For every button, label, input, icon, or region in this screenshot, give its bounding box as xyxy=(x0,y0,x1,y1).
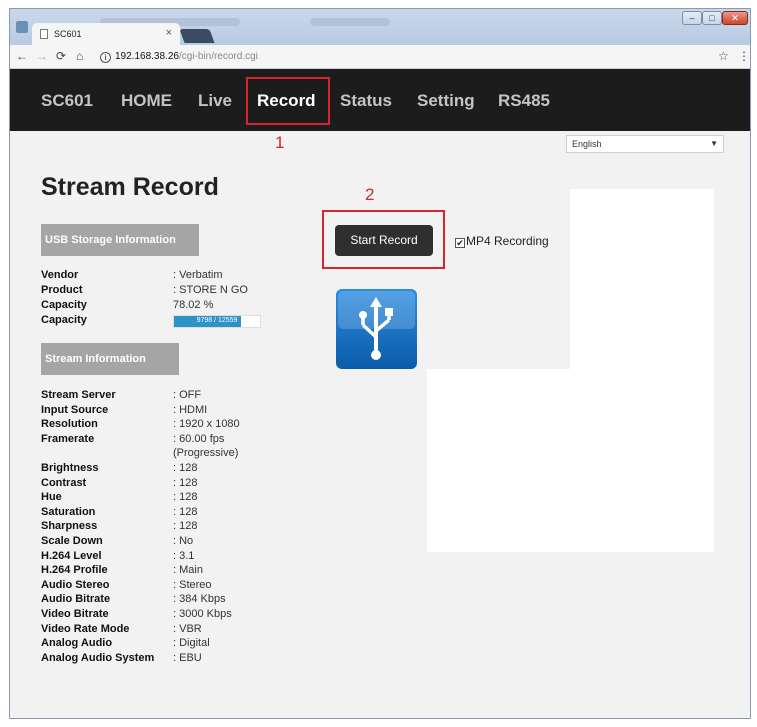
info-value: : 3.1 xyxy=(173,549,195,562)
info-value: : STORE N GO xyxy=(173,284,248,296)
info-value: 78.02 % xyxy=(173,299,214,311)
mp4-recording-option[interactable]: ✔ MP4 Recording xyxy=(455,234,549,248)
info-value: : Stereo xyxy=(173,578,212,591)
progress-text: 9798 / 12559 xyxy=(196,317,238,324)
top-navbar: SC601 HOME Live Record Status Setting RS… xyxy=(10,69,750,131)
info-value: : VBR xyxy=(173,622,202,635)
menu-kebab-icon[interactable]: ⋮ xyxy=(738,49,750,63)
bookmark-star-icon[interactable]: ☆ xyxy=(718,49,729,63)
info-value: : Verbatim xyxy=(173,269,223,281)
page-icon xyxy=(40,29,48,39)
nav-live[interactable]: Live xyxy=(198,91,232,111)
info-label: Capacity xyxy=(41,314,87,326)
maximize-button[interactable]: □ xyxy=(702,11,722,25)
info-value: : 384 Kbps xyxy=(173,593,226,606)
info-label: Vendor xyxy=(41,269,79,281)
url-host: 192.168.38.26 xyxy=(115,51,179,62)
info-label: Saturation xyxy=(41,505,96,518)
info-label: Video Rate Mode xyxy=(41,622,130,635)
annotation-number-2: 2 xyxy=(365,185,375,204)
minimize-button[interactable]: – xyxy=(682,11,702,25)
info-value: : 128 xyxy=(173,520,198,533)
info-label: Framerate xyxy=(41,432,95,445)
back-icon[interactable]: ← xyxy=(16,49,28,63)
info-label: H.264 Level xyxy=(41,549,102,562)
info-label: Sharpness xyxy=(41,520,98,533)
info-label: Video Bitrate xyxy=(41,608,109,620)
info-label: Contrast xyxy=(41,476,87,489)
nav-status[interactable]: Status xyxy=(340,91,392,111)
info-label: H.264 Profile xyxy=(41,564,108,577)
info-label: Product xyxy=(41,284,83,296)
info-label: Audio Stereo xyxy=(41,578,110,591)
usb-icon xyxy=(336,289,417,369)
home-icon[interactable]: ⌂ xyxy=(76,49,83,63)
info-label: Stream Server xyxy=(41,389,116,401)
site-info-icon[interactable]: i xyxy=(100,52,111,63)
tab-close-icon[interactable]: × xyxy=(166,27,172,39)
info-value: : 128 xyxy=(173,505,198,518)
language-selected: English xyxy=(572,139,602,149)
info-label: Scale Down xyxy=(41,535,103,547)
new-tab-button[interactable] xyxy=(179,29,215,43)
info-label: Analog Audio xyxy=(41,637,113,650)
url-path: /cgi-bin/record.cgi xyxy=(178,51,258,62)
info-value: : 3000 Kbps xyxy=(173,608,232,620)
preview-panel xyxy=(427,369,714,552)
tab-title: SC601 xyxy=(54,29,82,39)
info-value: : 128 xyxy=(173,476,198,489)
chevron-down-icon: ▼ xyxy=(710,139,718,148)
browser-window: SC601 × – □ ✕ ← → ⟳ ⌂ i 192.168.38.26/cgi… xyxy=(9,8,751,719)
close-window-button[interactable]: ✕ xyxy=(722,11,748,25)
browser-app-icon xyxy=(16,21,28,33)
nav-setting[interactable]: Setting xyxy=(417,91,475,111)
info-value: : Digital xyxy=(173,637,210,650)
reload-icon[interactable]: ⟳ xyxy=(56,49,66,63)
info-label: Hue xyxy=(41,491,62,504)
forward-icon[interactable]: → xyxy=(36,49,48,63)
url-field[interactable]: i 192.168.38.26/cgi-bin/record.cgi xyxy=(100,48,710,66)
info-value: : 128 xyxy=(173,491,198,504)
info-label: Input Source xyxy=(41,403,109,416)
info-value: : No xyxy=(173,535,194,547)
info-value: : 128 xyxy=(173,462,198,474)
page-title: Stream Record xyxy=(41,173,219,201)
info-value: : EBU xyxy=(173,651,202,664)
info-label: Analog Audio System xyxy=(41,651,155,664)
nav-rs485[interactable]: RS485 xyxy=(498,91,550,111)
start-record-button[interactable]: Start Record xyxy=(335,225,433,256)
info-value: : 1920 x 1080 xyxy=(173,418,240,431)
nav-home[interactable]: HOME xyxy=(121,91,172,111)
info-label: Audio Bitrate xyxy=(41,593,111,606)
nav-brand[interactable]: SC601 xyxy=(41,91,93,111)
annotation-number-1: 1 xyxy=(275,133,285,152)
capacity-progress-bar: 9798 / 12559 xyxy=(173,315,261,328)
info-value: : HDMI xyxy=(173,403,208,416)
info-label: Brightness xyxy=(41,462,99,474)
preview-panel xyxy=(570,189,714,369)
stream-info-heading: Stream Information xyxy=(41,343,179,375)
info-value: : 60.00 fps xyxy=(173,432,225,445)
blurred-title-text xyxy=(310,18,390,26)
info-value: (Progressive) xyxy=(173,447,239,460)
title-bar: SC601 × – □ ✕ xyxy=(10,9,750,45)
language-select[interactable]: English ▼ xyxy=(566,135,724,153)
mp4-checkbox[interactable]: ✔ xyxy=(455,238,465,248)
mp4-recording-label: MP4 Recording xyxy=(466,234,549,248)
info-value: : Main xyxy=(173,564,203,577)
usb-storage-heading: USB Storage Information xyxy=(41,224,199,256)
info-label: Resolution xyxy=(41,418,98,431)
browser-tab[interactable]: SC601 × xyxy=(32,23,180,45)
address-bar: ← → ⟳ ⌂ i 192.168.38.26/cgi-bin/record.cg… xyxy=(10,45,750,69)
info-value: : OFF xyxy=(173,389,202,401)
annotation-box-1 xyxy=(246,77,330,125)
info-label: Capacity xyxy=(41,299,87,311)
